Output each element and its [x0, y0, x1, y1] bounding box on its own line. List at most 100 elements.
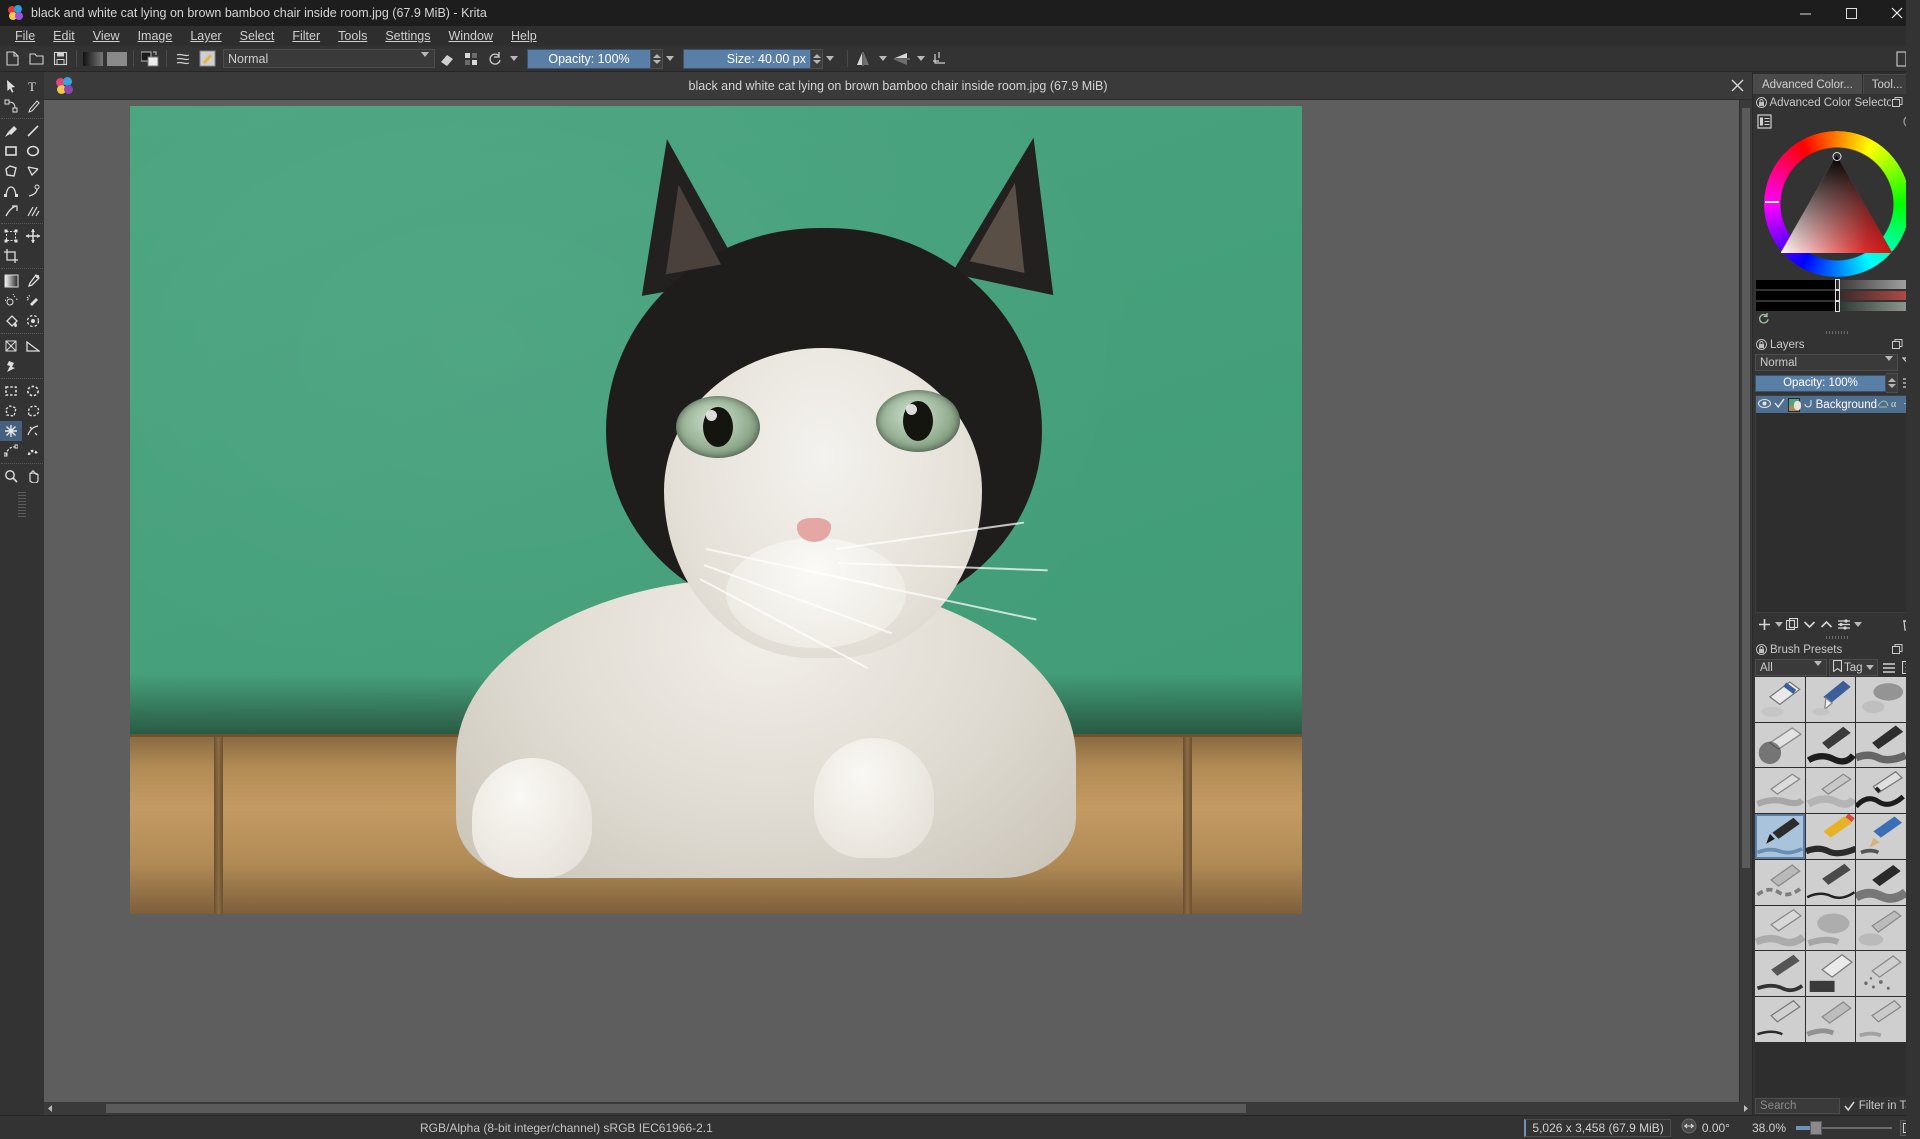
menu-file[interactable]: File — [6, 28, 44, 44]
layer-row-background[interactable]: Background α — [1756, 396, 1917, 413]
minimize-icon[interactable] — [1782, 0, 1828, 26]
layer-name[interactable]: Background — [1816, 399, 1877, 411]
brush-preset-cell[interactable] — [1856, 951, 1906, 996]
scrollbar-thumb[interactable] — [106, 1104, 1246, 1113]
pattern-icon[interactable] — [106, 48, 128, 70]
zoom-tool[interactable] — [0, 466, 22, 486]
polyline-tool[interactable] — [22, 161, 44, 181]
wrap-around-icon[interactable] — [929, 48, 951, 70]
tag-button[interactable]: Tag — [1829, 659, 1878, 676]
brush-preset-cell[interactable] — [1755, 951, 1805, 996]
freehand-brush-tool[interactable] — [0, 121, 22, 141]
brush-preset-cell[interactable] — [1805, 677, 1856, 722]
onion-skin-icon[interactable] — [1877, 396, 1889, 414]
menu-settings[interactable]: Settings — [376, 28, 439, 44]
menu-tools[interactable]: Tools — [329, 28, 376, 44]
menu-help[interactable]: Help — [502, 28, 546, 44]
select-shapes-tool[interactable] — [0, 76, 22, 96]
image-dimensions[interactable]: 5,026 x 3,458 (67.9 MiB) — [1524, 1118, 1671, 1137]
brush-preset-cell[interactable] — [1856, 677, 1906, 722]
mirror-vertical-dropdown[interactable] — [914, 49, 928, 69]
shade-bar-3[interactable] — [1756, 301, 1917, 312]
brush-preset-cell[interactable] — [1805, 905, 1856, 951]
brush-preset-cell[interactable] — [1856, 859, 1906, 905]
add-layer-dropdown[interactable] — [1773, 615, 1784, 633]
opacity-spinner[interactable] — [651, 48, 663, 69]
add-layer-button[interactable] — [1756, 615, 1773, 633]
brush-preset-cell[interactable] — [1805, 951, 1856, 996]
brush-preset-cell[interactable] — [1755, 768, 1805, 814]
mirror-vertical-icon[interactable] — [891, 48, 913, 70]
layer-properties-dropdown[interactable] — [1852, 615, 1863, 633]
dock-lock-icon[interactable] — [1755, 338, 1768, 351]
menu-window[interactable]: Window — [440, 28, 502, 44]
color-wheel[interactable] — [1763, 131, 1910, 277]
assistant-tool[interactable] — [0, 356, 22, 376]
float-dock-icon[interactable] — [1890, 338, 1904, 352]
brush-editor-icon[interactable] — [172, 48, 194, 70]
smart-patch-tool[interactable] — [22, 291, 44, 311]
tab-advanced-color-selector[interactable]: Advanced Color... — [1753, 74, 1862, 94]
menu-view[interactable]: View — [84, 28, 129, 44]
text-tool[interactable]: T — [22, 76, 44, 96]
brush-preset-cell[interactable] — [1805, 996, 1856, 1042]
close-icon[interactable] — [1722, 72, 1752, 100]
shade-bar-1[interactable] — [1756, 279, 1917, 290]
freehand-selection-tool[interactable] — [22, 401, 44, 421]
canvas-rotation[interactable]: 0.00° — [1681, 1118, 1730, 1137]
scroll-right-icon[interactable] — [1739, 1102, 1752, 1115]
selector-settings-icon[interactable] — [1756, 113, 1773, 130]
layer-opacity-slider[interactable]: Opacity: 100% — [1755, 374, 1886, 392]
menu-image[interactable]: Image — [129, 28, 182, 44]
brush-preset-cell[interactable] — [1856, 905, 1906, 951]
brush-preset-cell[interactable] — [1755, 996, 1805, 1042]
brush-preset-cell[interactable] — [1805, 768, 1856, 814]
reload-preset-icon[interactable] — [484, 48, 506, 70]
float-dock-icon[interactable] — [1891, 96, 1904, 110]
mirror-horizontal-icon[interactable] — [853, 48, 875, 70]
enclose-fill-tool[interactable] — [22, 311, 44, 331]
scroll-left-icon[interactable] — [44, 1102, 57, 1115]
canvas-viewport[interactable] — [44, 100, 1739, 1102]
dock-splitter[interactable] — [1753, 329, 1920, 336]
brush-preset-cell[interactable] — [1856, 996, 1906, 1042]
colorize-mask-tool[interactable] — [0, 291, 22, 311]
elliptical-selection-tool[interactable] — [22, 381, 44, 401]
bezier-curve-tool[interactable] — [0, 181, 22, 201]
canvas-horizontal-scrollbar[interactable] — [44, 1102, 1752, 1115]
open-file-icon[interactable] — [25, 48, 47, 70]
polygonal-selection-tool[interactable] — [0, 401, 22, 421]
color-picker-tool[interactable] — [22, 271, 44, 291]
canvas-image[interactable] — [130, 106, 1302, 914]
polygon-tool[interactable] — [0, 161, 22, 181]
alpha-lock-icon[interactable] — [460, 48, 482, 70]
multibrush-tool[interactable] — [22, 201, 44, 221]
layer-list[interactable]: Background α — [1755, 395, 1918, 613]
brush-preset-cell[interactable] — [1856, 768, 1906, 814]
brush-preset-cell[interactable] — [1805, 859, 1856, 905]
brush-preset-cell[interactable] — [1755, 722, 1805, 768]
opacity-slider[interactable]: Opacity: 100% — [527, 48, 651, 69]
tab-tool-options[interactable]: Tool... — [1862, 74, 1912, 94]
mirror-horizontal-dropdown[interactable] — [876, 49, 890, 69]
duplicate-layer-button[interactable] — [1784, 615, 1801, 633]
alpha-icon[interactable]: α — [1891, 396, 1902, 414]
brush-tag-combo[interactable]: All — [1755, 659, 1827, 678]
menu-select[interactable]: Select — [231, 28, 284, 44]
contiguous-selection-tool[interactable] — [0, 421, 22, 441]
brush-preset-cell[interactable] — [1856, 722, 1906, 768]
maximize-icon[interactable] — [1828, 0, 1874, 26]
toolbox-grabber[interactable] — [18, 492, 26, 518]
crop-tool[interactable] — [0, 246, 22, 266]
save-file-icon[interactable] — [49, 48, 71, 70]
paint-bucket-tool[interactable] — [0, 311, 22, 331]
size-slider[interactable]: Size: 40.00 px — [683, 48, 811, 69]
fg-bg-color-icon[interactable] — [139, 48, 161, 70]
edit-shapes-tool[interactable] — [0, 96, 22, 116]
saturation-value-triangle[interactable] — [1780, 152, 1893, 253]
gradient-icon[interactable] — [82, 48, 104, 70]
brush-preset-cell[interactable] — [1805, 722, 1856, 768]
menu-edit[interactable]: Edit — [44, 28, 84, 44]
blending-mode-combo[interactable]: Normal — [223, 49, 435, 71]
list-view-icon[interactable] — [1880, 659, 1898, 676]
